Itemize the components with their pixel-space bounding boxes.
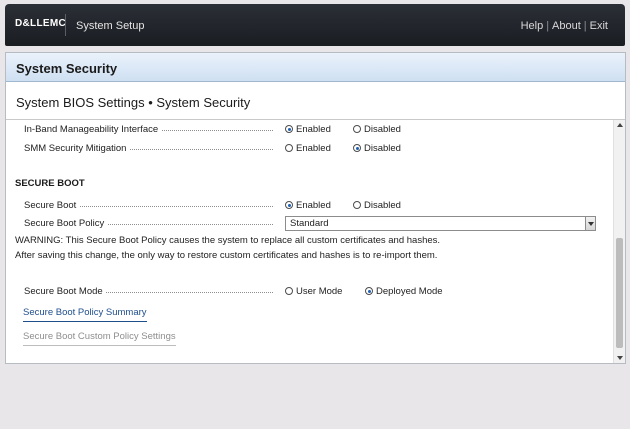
smm-enabled-radio[interactable]: Enabled (285, 143, 331, 154)
about-link[interactable]: About (552, 20, 581, 32)
radio-unselected-icon (285, 287, 293, 295)
chevron-down-icon[interactable] (585, 217, 595, 230)
inband-label: In-Band Manageability Interface (24, 124, 162, 135)
dell-emc-logo: D&LLEMC (15, 18, 66, 29)
deployed-mode-radio[interactable]: Deployed Mode (365, 286, 443, 297)
main-panel: System Security System BIOS Settings • S… (5, 52, 626, 364)
vertical-scrollbar[interactable] (613, 120, 625, 363)
option-label: Enabled (296, 124, 331, 135)
scroll-up-icon[interactable] (614, 120, 625, 130)
divider: | (583, 20, 587, 32)
smm-disabled-radio[interactable]: Disabled (353, 143, 401, 154)
secure-boot-custom-policy-settings-link[interactable]: Secure Boot Custom Policy Settings (23, 331, 176, 346)
exit-link[interactable]: Exit (590, 20, 608, 32)
scroll-down-icon[interactable] (614, 353, 625, 363)
inband-disabled-radio[interactable]: Disabled (353, 124, 401, 135)
secure-boot-mode-label: Secure Boot Mode (24, 286, 106, 297)
panel-header: System Security (6, 53, 625, 82)
radio-unselected-icon (285, 144, 293, 152)
header-links: Help | About | Exit (521, 20, 608, 32)
panel-title: System Security (16, 61, 118, 76)
setting-row-secure-boot-mode: Secure Boot Mode User Mode Deployed Mode (6, 284, 612, 300)
option-label: Disabled (364, 124, 401, 135)
settings-content: In-Band Manageability Interface Enabled … (6, 120, 612, 363)
secure-boot-section-title: SECURE BOOT (15, 178, 85, 189)
logo-divider (65, 14, 66, 36)
policy-warning-text: WARNING: This Secure Boot Policy causes … (15, 235, 441, 261)
secure-boot-disabled-radio[interactable]: Disabled (353, 200, 401, 211)
setting-row-smm: SMM Security Mitigation Enabled Disabled (6, 141, 612, 157)
secure-boot-label: Secure Boot (24, 200, 80, 211)
select-value: Standard (290, 218, 329, 229)
radio-selected-icon (365, 287, 373, 295)
help-link[interactable]: Help (521, 20, 544, 32)
secure-boot-policy-label: Secure Boot Policy (24, 218, 108, 229)
radio-selected-icon (285, 125, 293, 133)
divider: | (546, 20, 550, 32)
secure-boot-policy-summary-link[interactable]: Secure Boot Policy Summary (23, 307, 147, 322)
secure-boot-enabled-radio[interactable]: Enabled (285, 200, 331, 211)
smm-label: SMM Security Mitigation (24, 143, 130, 154)
app-title: System Setup (76, 20, 145, 32)
setting-row-inband: In-Band Manageability Interface Enabled … (6, 122, 612, 138)
page-heading: System BIOS Settings • System Security (16, 95, 251, 110)
top-bar: D&LLEMC System Setup Help | About | Exit (5, 4, 625, 46)
scroll-thumb[interactable] (616, 238, 623, 348)
option-label: User Mode (296, 286, 343, 297)
option-label: Enabled (296, 143, 331, 154)
option-label: Enabled (296, 200, 331, 211)
radio-selected-icon (353, 144, 361, 152)
radio-unselected-icon (353, 201, 361, 209)
user-mode-radio[interactable]: User Mode (285, 286, 342, 297)
option-label: Deployed Mode (376, 286, 443, 297)
option-label: Disabled (364, 143, 401, 154)
radio-unselected-icon (353, 125, 361, 133)
radio-selected-icon (285, 201, 293, 209)
setting-row-secure-boot: Secure Boot Enabled Disabled (6, 198, 612, 214)
setting-row-secure-boot-policy: Secure Boot Policy Standard (6, 216, 612, 232)
inband-enabled-radio[interactable]: Enabled (285, 124, 331, 135)
secure-boot-policy-select[interactable]: Standard (285, 216, 596, 231)
option-label: Disabled (364, 200, 401, 211)
